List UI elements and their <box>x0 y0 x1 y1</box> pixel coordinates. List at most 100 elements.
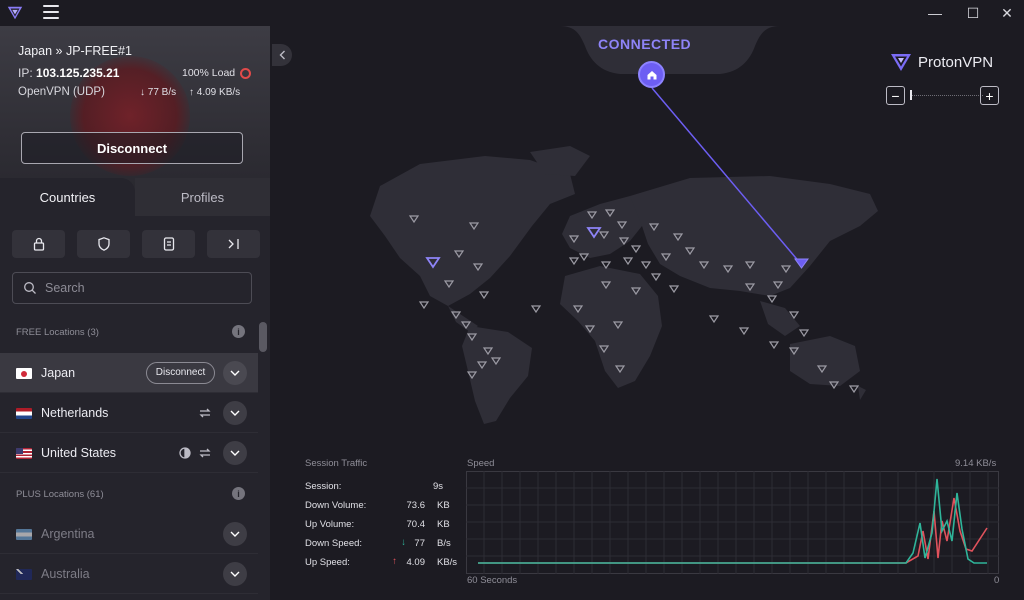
country-row-united-states[interactable]: United States <box>0 433 258 473</box>
arrow-down-icon: ↓ <box>140 87 145 98</box>
chevron-left-icon <box>279 50 285 60</box>
arrow-up-icon: ↑ <box>189 87 194 98</box>
down-volume-value: 73.6 <box>406 500 426 511</box>
chevron-down-icon <box>230 450 240 456</box>
free-locations-label: FREE Locations (3) <box>16 327 99 338</box>
tab-countries[interactable]: Countries <box>0 178 135 216</box>
search-box[interactable] <box>12 272 252 304</box>
down-volume-label: Down Volume: <box>305 500 367 511</box>
info-icon[interactable]: i <box>232 487 245 500</box>
expand-button[interactable] <box>223 440 247 465</box>
graph-x-left-label: 60 Seconds <box>467 575 518 586</box>
close-button[interactable]: ✕ <box>984 0 1024 26</box>
home-icon <box>647 70 656 79</box>
country-row-australia[interactable]: Australia <box>0 554 258 594</box>
united-states-flag-icon <box>16 448 32 459</box>
sidebar-scrollbar[interactable] <box>259 322 267 352</box>
disconnect-button[interactable]: Disconnect <box>21 132 243 164</box>
down-speed-unit: B/s <box>437 538 451 549</box>
continents <box>370 146 878 424</box>
secure-core-icon <box>163 237 174 251</box>
quick-filters <box>12 230 260 258</box>
expand-button[interactable] <box>223 561 247 586</box>
country-row-argentina[interactable]: Argentina <box>0 514 258 554</box>
lock-icon <box>33 237 44 251</box>
up-volume-unit: KB <box>437 519 450 530</box>
down-speed-label: Down Speed: <box>305 538 363 549</box>
country-name: Japan <box>41 365 76 380</box>
tor-icon <box>179 447 191 459</box>
chevron-down-icon <box>230 571 240 577</box>
chevron-down-icon <box>230 410 240 416</box>
sidebar: Japan » JP-FREE#1 IP: 103.125.235.21 100… <box>0 26 270 600</box>
title-bar: — ☐ ✕ <box>0 0 1024 26</box>
speed-graph <box>466 471 999 574</box>
protocol-label: OpenVPN (UDP) <box>18 86 105 98</box>
search-input[interactable] <box>45 281 245 295</box>
up-speed-value: 4.09 <box>406 557 426 568</box>
connection-status: CONNECTED <box>598 36 692 52</box>
country-name: Australia <box>41 566 90 581</box>
new-zealand <box>858 386 866 400</box>
info-icon[interactable]: i <box>232 325 245 338</box>
session-traffic-title: Session Traffic <box>305 458 368 469</box>
down-speed-value: 77 <box>414 538 425 549</box>
upload-speed: ↑ 4.09 KB/s <box>189 87 241 98</box>
brand: ProtonVPN <box>890 52 993 72</box>
home-location-button[interactable] <box>638 61 665 88</box>
proton-vpn-logo-icon <box>7 6 23 20</box>
brand-name: ProtonVPN <box>918 53 994 71</box>
shield-icon <box>97 237 110 251</box>
up-speed-unit: KB/s <box>437 557 458 568</box>
chevron-down-icon <box>230 370 240 376</box>
load-indicator-icon <box>240 67 252 79</box>
split-tunnel-filter-button[interactable] <box>207 230 260 258</box>
hamburger-menu-icon[interactable] <box>43 5 59 19</box>
australia <box>790 336 860 386</box>
plus-locations-label: PLUS Locations (61) <box>16 489 104 500</box>
south-america <box>462 326 532 424</box>
asia <box>630 176 878 296</box>
server-load: 100% Load <box>182 67 252 79</box>
session-label: Session: <box>305 481 342 492</box>
expand-button[interactable] <box>223 521 247 546</box>
zoom-out-button[interactable]: − <box>886 86 905 105</box>
country-row-netherlands[interactable]: Netherlands <box>0 393 258 433</box>
proton-vpn-brand-icon <box>891 54 911 71</box>
expand-button[interactable] <box>223 360 247 385</box>
up-volume-value: 70.4 <box>406 519 426 530</box>
zoom-in-button[interactable]: + <box>980 86 999 105</box>
tab-profiles[interactable]: Profiles <box>135 178 270 216</box>
zoom-slider-handle[interactable] <box>910 90 912 100</box>
ip-address: IP: 103.125.235.21 <box>18 66 120 80</box>
up-speed-label: Up Speed: <box>305 557 350 568</box>
down-volume-unit: KB <box>437 500 450 511</box>
proton-vpn-window: — ☐ ✕ Japan » JP-FREE#1 IP: 103.125.235.… <box>0 0 1024 600</box>
australia-flag-icon <box>16 569 32 580</box>
split-tunnel-icon <box>228 239 239 249</box>
p2p-icon <box>199 408 211 418</box>
zoom-slider[interactable] <box>911 95 983 96</box>
africa <box>560 266 662 388</box>
up-volume-label: Up Volume: <box>305 519 355 530</box>
lock-filter-button[interactable] <box>12 230 65 258</box>
server-title: Japan » JP-FREE#1 <box>18 44 132 58</box>
download-speed: ↓ 77 B/s <box>140 87 177 98</box>
search-icon <box>24 282 36 294</box>
secure-core-filter-button[interactable] <box>142 230 195 258</box>
chevron-down-icon <box>230 531 240 537</box>
country-name: United States <box>41 445 117 460</box>
north-america <box>370 156 575 306</box>
session-value: 9s <box>432 481 443 492</box>
argentina-flag-icon <box>16 529 32 540</box>
speed-graph-max: 9.14 KB/s <box>955 458 997 469</box>
country-row-japan[interactable]: Japan Disconnect <box>0 353 258 393</box>
netherlands-flag-icon <box>16 408 32 419</box>
expand-button[interactable] <box>223 400 247 425</box>
country-name: Netherlands <box>41 405 109 420</box>
p2p-icon <box>199 448 211 458</box>
country-name: Argentina <box>41 526 95 541</box>
shield-filter-button[interactable] <box>77 230 130 258</box>
sidebar-tabs: Countries Profiles <box>0 178 270 216</box>
row-disconnect-button[interactable]: Disconnect <box>146 361 215 384</box>
